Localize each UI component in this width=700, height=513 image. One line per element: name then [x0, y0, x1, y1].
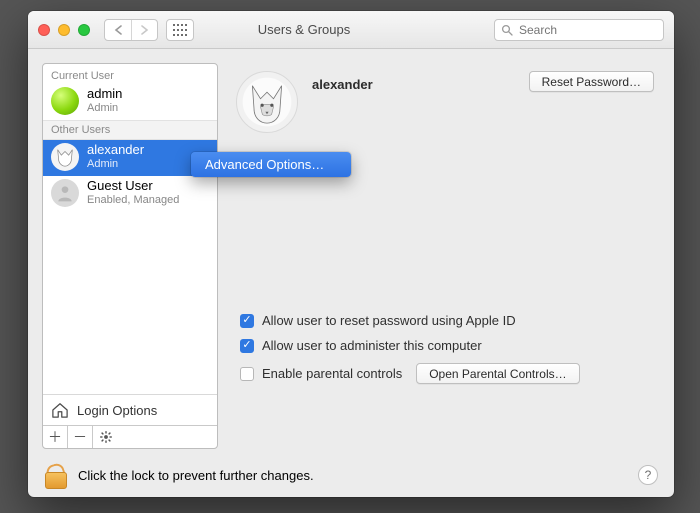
- parental-controls-row[interactable]: Enable parental controls: [240, 366, 402, 381]
- checkbox-allow-reset-apple-id[interactable]: [240, 314, 254, 328]
- house-icon: [51, 402, 69, 418]
- checkbox-label: Enable parental controls: [262, 366, 402, 381]
- search-field[interactable]: [494, 19, 664, 41]
- context-menu: Advanced Options…: [191, 152, 351, 177]
- user-name: alexander: [87, 143, 144, 158]
- help-button[interactable]: ?: [638, 465, 658, 485]
- current-user-header: Current User: [43, 64, 217, 84]
- titlebar: Users & Groups: [28, 11, 674, 49]
- traffic-lights: [38, 24, 90, 36]
- content-area: Current User admin Admin Other Users ale…: [28, 49, 674, 453]
- search-icon: [501, 24, 513, 36]
- avatar-icon: [51, 143, 79, 171]
- prefs-window: Users & Groups Current User admin Admin …: [28, 11, 674, 497]
- close-window-icon[interactable]: [38, 24, 50, 36]
- user-avatar-large[interactable]: [236, 71, 298, 133]
- search-input[interactable]: [519, 23, 674, 37]
- avatar-icon: [51, 179, 79, 207]
- user-actions-button[interactable]: [93, 426, 118, 448]
- context-menu-advanced-options[interactable]: Advanced Options…: [191, 154, 351, 175]
- allow-reset-apple-id-row[interactable]: Allow user to reset password using Apple…: [240, 313, 650, 328]
- user-name: Guest User: [87, 179, 179, 194]
- login-options-row[interactable]: Login Options: [43, 395, 217, 425]
- user-row-current[interactable]: admin Admin: [43, 84, 217, 120]
- open-parental-controls-button[interactable]: Open Parental Controls…: [416, 363, 579, 384]
- checkbox-label: Allow user to reset password using Apple…: [262, 313, 516, 328]
- reset-password-button[interactable]: Reset Password…: [529, 71, 654, 92]
- user-detail-panel: alexander Reset Password… Allow user to …: [230, 63, 660, 449]
- other-users-header: Other Users: [43, 120, 217, 140]
- add-user-button[interactable]: ＋: [43, 426, 68, 448]
- detail-user-name: alexander: [312, 71, 515, 92]
- allow-administer-row[interactable]: Allow user to administer this computer: [240, 338, 650, 353]
- checkbox-parental-controls[interactable]: [240, 367, 254, 381]
- user-row-alexander[interactable]: alexander Admin Advanced Options…: [43, 140, 217, 176]
- user-role: Enabled, Managed: [87, 194, 179, 207]
- footer: Click the lock to prevent further change…: [28, 453, 674, 497]
- user-name: admin: [87, 87, 122, 102]
- lock-text: Click the lock to prevent further change…: [78, 468, 314, 483]
- user-role: Admin: [87, 158, 144, 171]
- avatar-icon: [51, 87, 79, 115]
- sidebar-button-row: ＋ －: [43, 425, 217, 448]
- window-title: Users & Groups: [122, 22, 486, 37]
- lock-icon[interactable]: [44, 462, 66, 488]
- login-options-label: Login Options: [77, 403, 157, 418]
- user-row-guest[interactable]: Guest User Enabled, Managed: [43, 176, 217, 212]
- checkbox-label: Allow user to administer this computer: [262, 338, 482, 353]
- checkbox-allow-administer[interactable]: [240, 339, 254, 353]
- minimize-window-icon[interactable]: [58, 24, 70, 36]
- user-sidebar: Current User admin Admin Other Users ale…: [42, 63, 218, 449]
- zoom-window-icon[interactable]: [78, 24, 90, 36]
- user-role: Admin: [87, 102, 122, 115]
- remove-user-button[interactable]: －: [68, 426, 93, 448]
